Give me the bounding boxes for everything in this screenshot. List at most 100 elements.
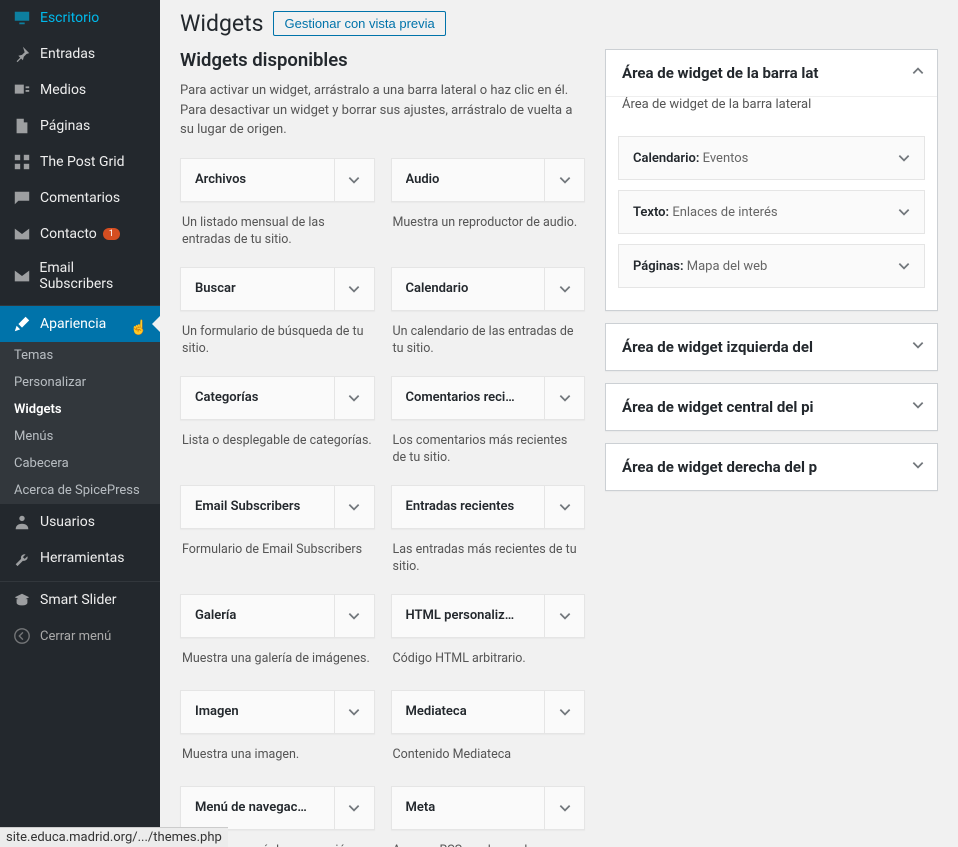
submenu-item-temas[interactable]: Temas: [0, 342, 160, 369]
available-widget[interactable]: Calendario: [391, 267, 586, 311]
available-widget[interactable]: Audio: [391, 158, 586, 202]
widget-subtitle: Mapa del web: [687, 259, 768, 274]
manage-preview-button[interactable]: Gestionar con vista previa: [273, 11, 445, 36]
available-widget[interactable]: Entradas recientes: [391, 485, 586, 529]
widget-description: Acceso, RSS y enlaces de WordPress.org.: [391, 830, 586, 847]
widget-description: Un calendario de las entradas de tu siti…: [391, 311, 586, 376]
submenu-item-cabecera[interactable]: Cabecera: [0, 450, 160, 477]
widget-area-title: Área de widget derecha del p: [622, 458, 921, 476]
widget-toggle[interactable]: [544, 595, 584, 637]
widget-toggle[interactable]: [334, 787, 374, 829]
slider-icon: [12, 590, 32, 610]
sidebar-item-the-post-grid[interactable]: The Post Grid: [0, 144, 160, 180]
widget-toggle[interactable]: [334, 268, 374, 310]
widget-toggle[interactable]: [334, 486, 374, 528]
widget-toggle[interactable]: [334, 377, 374, 419]
widget-area-header[interactable]: Área de widget de la barra lat: [606, 50, 937, 97]
widget-title: Texto: Enlaces de interés: [633, 205, 778, 220]
sidebar-item-comentarios[interactable]: Comentarios: [0, 180, 160, 216]
widget-toggle[interactable]: [544, 691, 584, 733]
available-widgets-desc: Para activar un widget, arrástralo a una…: [180, 81, 585, 140]
widget-area-header[interactable]: Área de widget izquierda del: [606, 324, 937, 370]
sidebar-item-apariencia[interactable]: Apariencia: [0, 306, 160, 342]
sidebar-item-label: Páginas: [40, 118, 90, 134]
widget-toggle[interactable]: [544, 787, 584, 829]
sidebar-item-email-subscribers[interactable]: Email Subscribers: [0, 252, 160, 300]
widget-subtitle: Eventos: [703, 151, 749, 166]
available-widget[interactable]: HTML personaliz…: [391, 594, 586, 638]
chevron-down-icon: [911, 398, 925, 416]
submenu-item-menús[interactable]: Menús: [0, 423, 160, 450]
chevron-down-icon: [911, 338, 925, 356]
widget-area: Área de widget izquierda del: [605, 323, 938, 371]
widget-toggle[interactable]: [544, 486, 584, 528]
placed-widget[interactable]: Calendario: Eventos: [618, 136, 925, 180]
widget-description: Muestra una galería de imágenes.: [180, 638, 375, 690]
widget-area: Área de widget derecha del p: [605, 443, 938, 491]
widget-area-title: Área de widget de la barra lat: [622, 64, 921, 82]
placed-widget[interactable]: Texto: Enlaces de interés: [618, 190, 925, 234]
available-widget[interactable]: Galería: [180, 594, 375, 638]
sidebar-item-entradas[interactable]: Entradas: [0, 36, 160, 72]
available-widget[interactable]: Meta: [391, 786, 586, 830]
widget-toggle[interactable]: [334, 159, 374, 201]
available-widget[interactable]: Buscar: [180, 267, 375, 311]
widget-toggle[interactable]: [884, 191, 924, 233]
widget-toggle[interactable]: [884, 245, 924, 287]
collapse-label: Cerrar menú: [40, 629, 111, 644]
sidebar-item-label: Herramientas: [40, 550, 125, 566]
available-widgets-title: Widgets disponibles: [180, 49, 585, 71]
available-widget[interactable]: Imagen: [180, 690, 375, 734]
available-widget[interactable]: Categorías: [180, 376, 375, 420]
widget-toggle[interactable]: [544, 377, 584, 419]
available-widget[interactable]: Menú de navegac…: [180, 786, 375, 830]
available-widget[interactable]: Email Subscribers: [180, 485, 375, 529]
widget-area-header[interactable]: Área de widget derecha del p: [606, 444, 937, 490]
widget-description: Formulario de Email Subscribers: [180, 529, 375, 581]
widget-description: Lista o desplegable de categorías.: [180, 420, 375, 472]
widget-description: Muestra una imagen.: [180, 734, 375, 786]
status-bar: site.educa.madrid.org/.../themes.php: [0, 827, 228, 847]
widget-area: Área de widget de la barra lat Área de w…: [605, 49, 938, 311]
pin-icon: [12, 44, 32, 64]
submenu-item-acerca-de-spicepress[interactable]: Acerca de SpicePress: [0, 477, 160, 504]
user-icon: [12, 512, 32, 532]
notification-badge: 1: [103, 228, 120, 240]
media-icon: [12, 80, 32, 100]
sidebar-item-medios[interactable]: Medios: [0, 72, 160, 108]
widget-description: Un listado mensual de las entradas de tu…: [180, 202, 375, 267]
submenu-item-personalizar[interactable]: Personalizar: [0, 369, 160, 396]
available-widget[interactable]: Archivos: [180, 158, 375, 202]
sidebar-item-label: Entradas: [40, 46, 95, 62]
sidebar-item-herramientas[interactable]: Herramientas: [0, 540, 160, 576]
sidebar-item-usuarios[interactable]: Usuarios: [0, 504, 160, 540]
widget-toggle[interactable]: [544, 268, 584, 310]
submenu-item-widgets[interactable]: Widgets: [0, 396, 160, 423]
collapse-icon: [12, 626, 32, 646]
widget-toggle[interactable]: [884, 137, 924, 179]
available-widget[interactable]: Mediateca: [391, 690, 586, 734]
widget-area-header[interactable]: Área de widget central del pi: [606, 384, 937, 430]
widget-toggle[interactable]: [334, 691, 374, 733]
widget-subtitle: Enlaces de interés: [672, 205, 777, 220]
sidebar-item-contacto[interactable]: Contacto 1: [0, 216, 160, 252]
desktop-icon: [12, 8, 32, 28]
mail-icon: [12, 224, 32, 244]
widget-toggle[interactable]: [544, 159, 584, 201]
widget-title: Páginas: Mapa del web: [633, 259, 767, 274]
sidebar-item-páginas[interactable]: Páginas: [0, 108, 160, 144]
sidebar-item-smart-slider[interactable]: Smart Slider: [0, 582, 160, 618]
collapse-menu-button[interactable]: Cerrar menú: [0, 618, 160, 654]
widget-description: Contenido Mediateca: [391, 734, 586, 786]
grid-icon: [12, 152, 32, 172]
widget-title: Calendario: Eventos: [633, 151, 748, 166]
widget-toggle[interactable]: [334, 595, 374, 637]
page-title: Widgets: [180, 10, 263, 37]
widget-description: Las entradas más recientes de tu sitio.: [391, 529, 586, 594]
available-widget[interactable]: Comentarios reci…: [391, 376, 586, 420]
sidebar-item-label: Smart Slider: [40, 592, 117, 608]
sidebar-item-label: Comentarios: [40, 190, 120, 206]
sidebar-item-escritorio[interactable]: Escritorio: [0, 0, 160, 36]
chevron-down-icon: [911, 458, 925, 476]
placed-widget[interactable]: Páginas: Mapa del web: [618, 244, 925, 288]
